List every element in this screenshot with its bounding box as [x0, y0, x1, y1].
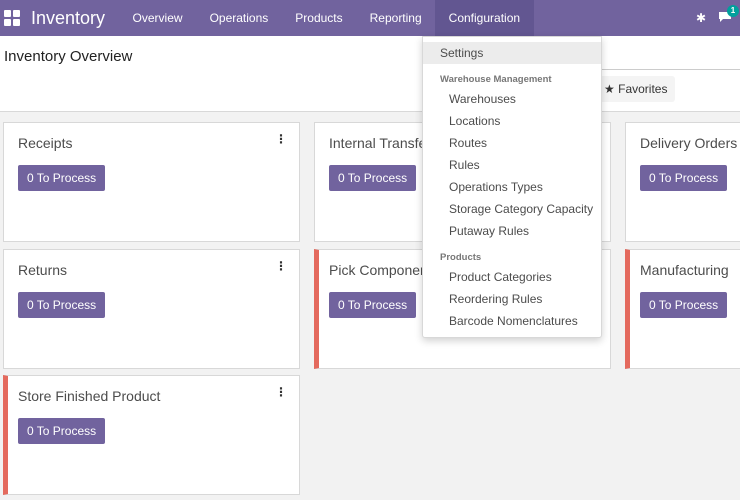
dropdown-item-settings[interactable]: Settings — [423, 42, 601, 64]
dropdown-item-barcode-nomenclatures[interactable]: Barcode Nomenclatures — [423, 310, 601, 332]
card-title[interactable]: Manufacturing — [640, 262, 729, 278]
dropdown-item-putaway-rules[interactable]: Putaway Rules — [423, 220, 601, 242]
systray: ✱ 1 — [696, 0, 740, 36]
star-icon: ★ — [604, 82, 615, 96]
card-store-finished-product[interactable]: Store Finished Product ⋮ 0 To Process — [3, 375, 300, 495]
card-delivery-orders[interactable]: Delivery Orders 0 To Process — [625, 122, 740, 242]
control-panel: Inventory Overview ★ Favorites — [0, 36, 740, 112]
dropdown-item-product-categories[interactable]: Product Categories — [423, 266, 601, 288]
dropdown-item-operations-types[interactable]: Operations Types — [423, 176, 601, 198]
to-process-button[interactable]: 0 To Process — [640, 165, 728, 191]
card-receipts[interactable]: Receipts ⋮ 0 To Process — [3, 122, 300, 242]
to-process-button[interactable]: 0 To Process — [329, 165, 417, 191]
configuration-dropdown: Settings Warehouse Management Warehouses… — [422, 36, 602, 338]
card-title[interactable]: Receipts — [18, 135, 72, 151]
card-returns[interactable]: Returns ⋮ 0 To Process — [3, 249, 300, 369]
kebab-menu-icon[interactable]: ⋮ — [275, 259, 287, 273]
app-brand[interactable]: Inventory — [31, 8, 105, 29]
card-manufacturing[interactable]: Manufacturing 0 To Process — [625, 249, 740, 369]
page-title: Inventory Overview — [4, 48, 133, 65]
menu-operations[interactable]: Operations — [196, 0, 282, 36]
to-process-button[interactable]: 0 To Process — [18, 418, 106, 444]
bug-icon[interactable]: ✱ — [696, 11, 706, 25]
kebab-menu-icon[interactable]: ⋮ — [275, 385, 287, 399]
favorites-button[interactable]: ★ Favorites — [596, 76, 676, 102]
chat-icon[interactable]: 1 — [718, 4, 739, 26]
dropdown-item-warehouses[interactable]: Warehouses — [423, 88, 601, 110]
kebab-menu-icon[interactable]: ⋮ — [275, 132, 287, 146]
card-title[interactable]: Delivery Orders — [640, 135, 737, 151]
dropdown-item-reordering-rules[interactable]: Reordering Rules — [423, 288, 601, 310]
chat-badge: 1 — [727, 4, 739, 17]
menu-configuration[interactable]: Configuration — [435, 0, 534, 36]
card-title[interactable]: Store Finished Product — [18, 388, 160, 404]
dropdown-header-products: Products — [440, 252, 482, 263]
dropdown-item-routes[interactable]: Routes — [423, 132, 601, 154]
dropdown-header-warehouse: Warehouse Management — [440, 74, 552, 85]
dropdown-item-locations[interactable]: Locations — [423, 110, 601, 132]
dropdown-item-storage-category-capacity[interactable]: Storage Category Capacity — [423, 198, 601, 220]
favorites-label: Favorites — [618, 82, 668, 96]
grid-icon[interactable] — [4, 10, 20, 26]
to-process-button[interactable]: 0 To Process — [18, 292, 106, 318]
menu-reporting[interactable]: Reporting — [356, 0, 435, 36]
menu-overview[interactable]: Overview — [119, 0, 196, 36]
to-process-button[interactable]: 0 To Process — [18, 165, 106, 191]
dropdown-item-rules[interactable]: Rules — [423, 154, 601, 176]
card-title[interactable]: Returns — [18, 262, 67, 278]
menu-products[interactable]: Products — [282, 0, 356, 36]
to-process-button[interactable]: 0 To Process — [640, 292, 728, 318]
main-menu: Overview Operations Products Reporting C… — [119, 0, 534, 36]
to-process-button[interactable]: 0 To Process — [329, 292, 417, 318]
top-navbar: Inventory Overview Operations Products R… — [0, 0, 740, 36]
